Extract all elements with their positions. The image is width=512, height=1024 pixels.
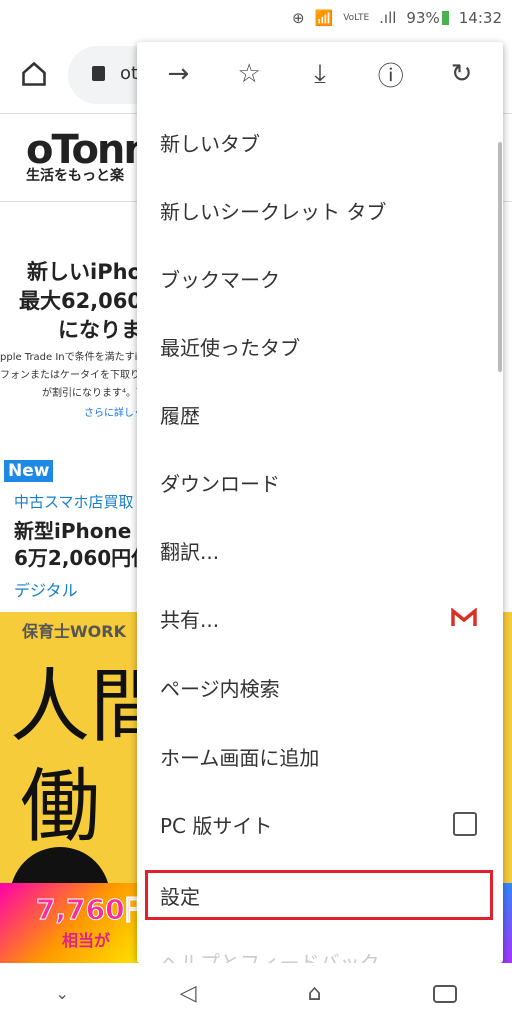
menu-item-label: 新しいタブ [160, 131, 260, 156]
menu-item-label: ブックマーク [160, 267, 280, 292]
wifi-icon: 📶 [314, 9, 334, 27]
menu-scrollbar[interactable] [498, 142, 502, 372]
banner-brand: 保育士WORK [22, 622, 126, 641]
menu-item-translate[interactable]: 翻訳... [137, 516, 503, 584]
menu-item-label: ダウンロード [160, 471, 280, 496]
new-badge: New [4, 460, 54, 482]
recents-icon[interactable] [432, 984, 457, 1003]
menu-item-label: 設定 [160, 884, 200, 909]
ad-headline-3: になりま [58, 318, 142, 342]
menu-item-incognito-tab[interactable]: 新しいシークレット タブ [137, 176, 503, 244]
menu-item-label: ページ内検索 [160, 676, 280, 701]
home-icon[interactable] [20, 60, 48, 88]
volte-icon: VoLTE [343, 13, 370, 23]
menu-item-label: ホーム画面に追加 [160, 745, 320, 770]
banner-text-2: 働 [20, 760, 100, 853]
desktop-site-checkbox[interactable] [453, 812, 477, 836]
clock: 14:32 [458, 9, 502, 27]
menu-icon-row: → ☆ ⤓ ⓘ ↻ [137, 42, 503, 106]
ad-headline-2: 最大62,060 [18, 289, 142, 313]
menu-item-label: 履歴 [160, 403, 200, 428]
menu-item-label: ヘルプとフィードバック [160, 950, 380, 964]
menu-item-label: 最近使ったタブ [160, 335, 300, 360]
url-text: ot [120, 63, 139, 84]
banner-sub: 相当が [62, 931, 111, 950]
overflow-menu: → ☆ ⤓ ⓘ ↻ 新しいタブ 新しいシークレット タブ ブックマーク 最近使っ… [137, 42, 503, 963]
menu-item-find-in-page[interactable]: ページ内検索 [137, 653, 503, 721]
hide-keyboard-icon[interactable]: ⌄ [55, 984, 68, 1003]
system-nav-bar: ⌄ ◁ ⌂ [0, 963, 512, 1024]
battery-text: 93% [406, 9, 440, 27]
ad-link[interactable]: さらに詳しく [84, 404, 144, 419]
ad-text-2: フォンまたはケータイを下取りに [0, 370, 150, 381]
menu-item-recent-tabs[interactable]: 最近使ったタブ [137, 312, 503, 380]
menu-item-share[interactable]: 共有... [137, 584, 503, 652]
info-icon[interactable]: ⓘ [371, 56, 411, 93]
menu-item-desktop-site[interactable]: PC 版サイト [137, 790, 503, 858]
lock-icon [92, 66, 105, 81]
site-tagline: 生活をもっと楽 [26, 168, 124, 184]
menu-item-label: 共有... [160, 607, 220, 632]
article-title-1[interactable]: 新型iPhone [14, 515, 131, 544]
banner-price: 7,760円 [36, 893, 154, 927]
menu-item-help-feedback[interactable]: ヘルプとフィードバック [137, 927, 503, 964]
back-icon[interactable]: ◁ [180, 981, 197, 1006]
ad-text-3: が割引になります⁴。下取りに [42, 388, 177, 399]
menu-item-history[interactable]: 履歴 [137, 380, 503, 448]
ad-headline-1: 新しいiPho [27, 260, 142, 284]
add-circle-icon: ⊕ [291, 9, 305, 27]
article-title-2[interactable]: 6万2,060円仕 [14, 542, 151, 571]
home-icon[interactable]: ⌂ [308, 981, 322, 1006]
gmail-icon[interactable] [451, 608, 477, 628]
menu-item-new-tab[interactable]: 新しいタブ [137, 108, 503, 176]
menu-item-add-to-home[interactable]: ホーム画面に追加 [137, 722, 503, 790]
reload-icon[interactable]: ↻ [442, 59, 482, 89]
signal-icon: .ıll [379, 9, 397, 27]
forward-icon[interactable]: → [158, 59, 198, 89]
status-bar: ⊕ 📶 VoLTE .ıll 93% 14:32 [0, 0, 512, 36]
menu-item-settings[interactable]: 設定 [145, 870, 493, 920]
menu-item-bookmarks[interactable]: ブックマーク [137, 244, 503, 312]
star-icon[interactable]: ☆ [229, 59, 269, 89]
battery-icon [441, 11, 449, 25]
article-tag[interactable]: デジタル [14, 577, 78, 601]
menu-item-downloads[interactable]: ダウンロード [137, 448, 503, 516]
menu-item-label: PC 版サイト [160, 813, 273, 838]
download-icon[interactable]: ⤓ [300, 59, 340, 90]
menu-item-label: 翻訳... [160, 539, 220, 564]
article-category[interactable]: 中古スマホ店買取 [14, 491, 134, 512]
menu-item-label: 新しいシークレット タブ [160, 199, 387, 224]
